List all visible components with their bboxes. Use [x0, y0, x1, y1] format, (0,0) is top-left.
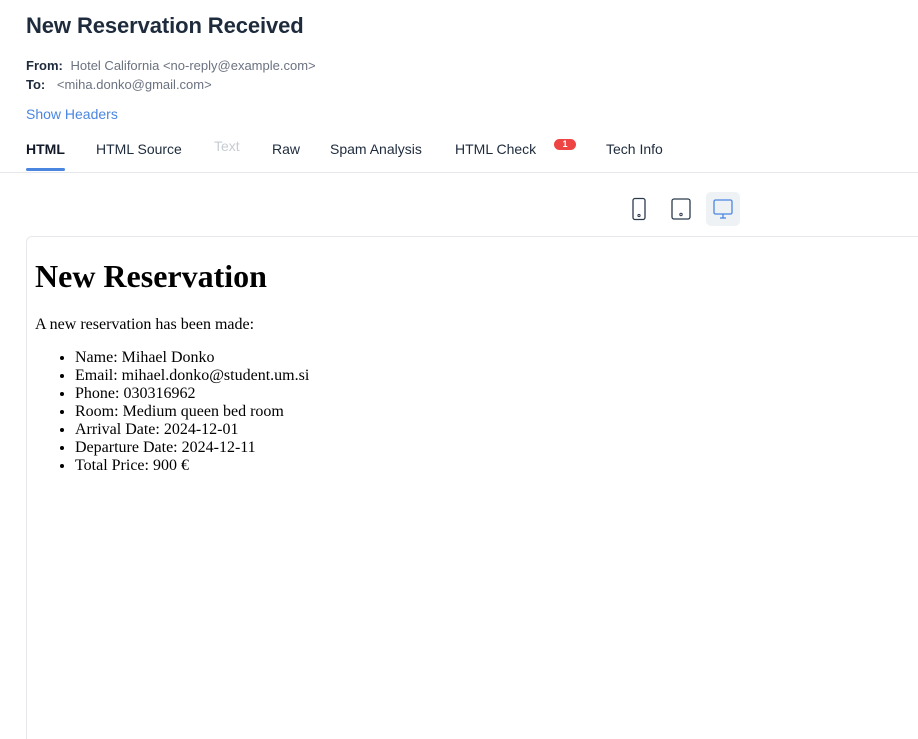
- tablet-view-button[interactable]: [664, 192, 698, 226]
- html-check-count-badge: 1: [554, 139, 576, 150]
- tab-html[interactable]: HTML: [26, 141, 65, 157]
- from-label: From:: [26, 58, 63, 73]
- tab-html-check[interactable]: HTML Check: [455, 141, 536, 157]
- show-headers-link[interactable]: Show Headers: [26, 106, 118, 122]
- email-intro: A new reservation has been made:: [35, 316, 255, 333]
- detail-email: Email: mihael.donko@student.um.si: [75, 367, 918, 385]
- to-value: <miha.donko@gmail.com>: [56, 77, 212, 92]
- desktop-view-button[interactable]: [706, 192, 740, 226]
- active-tab-indicator: [26, 168, 65, 171]
- mobile-icon: [632, 197, 646, 221]
- from-line: From: Hotel California <no-reply@example…: [26, 58, 316, 73]
- detail-phone: Phone: 030316962: [75, 385, 918, 403]
- desktop-icon: [713, 199, 733, 219]
- to-label: To:: [26, 77, 46, 92]
- tab-raw[interactable]: Raw: [272, 141, 300, 157]
- message-subject: New Reservation Received: [26, 13, 304, 38]
- tab-text: Text: [214, 138, 240, 154]
- detail-total-price: Total Price: 900 €: [75, 457, 918, 475]
- to-line: To: <miha.donko@gmail.com>: [26, 77, 212, 92]
- reservation-details-list: Name: Mihael Donko Email: mihael.donko@s…: [35, 349, 918, 475]
- email-preview-frame: New Reservation A new reservation has be…: [26, 236, 918, 739]
- email-body: New Reservation A new reservation has be…: [27, 258, 918, 475]
- from-value: Hotel California <no-reply@example.com>: [70, 58, 316, 73]
- detail-name: Name: Mihael Donko: [75, 349, 918, 367]
- tab-spam-analysis[interactable]: Spam Analysis: [330, 141, 422, 157]
- detail-departure-date: Departure Date: 2024-12-11: [75, 439, 918, 457]
- mobile-view-button[interactable]: [622, 192, 656, 226]
- tablet-icon: [671, 198, 691, 220]
- view-tabs: HTML HTML Source Text Raw Spam Analysis …: [0, 138, 918, 173]
- email-heading: New Reservation: [35, 258, 267, 294]
- detail-room: Room: Medium queen bed room: [75, 403, 918, 421]
- tab-html-source[interactable]: HTML Source: [96, 141, 182, 157]
- detail-arrival-date: Arrival Date: 2024-12-01: [75, 421, 918, 439]
- tab-tech-info[interactable]: Tech Info: [606, 141, 663, 157]
